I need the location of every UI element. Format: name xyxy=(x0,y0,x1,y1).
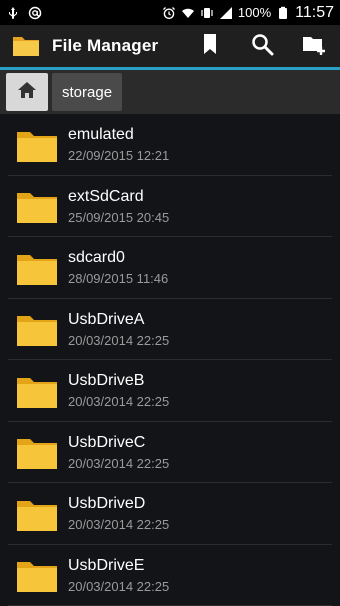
status-right: 100% 11:57 xyxy=(162,4,334,22)
search-button[interactable] xyxy=(236,25,288,67)
item-texts: UsbDriveE 20/03/2014 22:25 xyxy=(68,557,169,594)
item-date: 20/03/2014 22:25 xyxy=(68,332,170,348)
clock: 11:57 xyxy=(295,3,334,21)
item-name: UsbDriveC xyxy=(68,433,146,451)
item-date: 20/03/2014 22:25 xyxy=(68,455,170,471)
item-name: UsbDriveD xyxy=(68,495,146,513)
item-name: UsbDriveA xyxy=(68,310,145,328)
item-name: extSdCard xyxy=(68,187,144,205)
status-bar: 100% 11:57 xyxy=(0,0,340,25)
breadcrumb-home[interactable] xyxy=(6,73,48,111)
bookmark-button[interactable] xyxy=(184,25,236,67)
usb-icon xyxy=(6,6,20,20)
item-texts: extSdCard 25/09/2015 20:45 xyxy=(68,188,169,225)
bookmark-icon xyxy=(197,31,223,62)
folder-icon xyxy=(16,311,58,347)
item-date: 22/09/2015 12:21 xyxy=(68,148,170,164)
at-icon xyxy=(28,6,42,20)
list-item[interactable]: UsbDriveD 20/03/2014 22:25 xyxy=(0,483,340,545)
item-date: 20/03/2014 22:25 xyxy=(68,517,170,533)
folder-icon xyxy=(16,188,58,224)
battery-icon xyxy=(276,6,290,20)
list-item[interactable]: emulated 22/09/2015 12:21 xyxy=(0,114,340,176)
item-name: UsbDriveB xyxy=(68,372,145,390)
item-texts: UsbDriveA 20/03/2014 22:25 xyxy=(68,311,169,348)
folder-icon xyxy=(16,557,58,593)
action-icons xyxy=(184,25,340,67)
status-left xyxy=(6,6,42,20)
breadcrumb-storage[interactable]: storage xyxy=(52,73,123,111)
folder-icon xyxy=(16,127,58,163)
signal-icon xyxy=(219,6,233,20)
list-item[interactable]: UsbDriveA 20/03/2014 22:25 xyxy=(0,299,340,361)
vibrate-icon xyxy=(200,6,214,20)
item-texts: UsbDriveC 20/03/2014 22:25 xyxy=(68,434,169,471)
alarm-icon xyxy=(162,6,176,20)
item-name: emulated xyxy=(68,126,134,144)
item-texts: UsbDriveD 20/03/2014 22:25 xyxy=(68,495,169,532)
breadcrumb-label: storage xyxy=(62,83,113,101)
battery-percent: 100% xyxy=(237,5,272,20)
item-texts: emulated 22/09/2015 12:21 xyxy=(68,126,169,163)
item-name: UsbDriveE xyxy=(68,556,145,574)
item-texts: sdcard0 28/09/2015 11:46 xyxy=(68,249,168,286)
app-title: File Manager xyxy=(52,36,159,55)
action-bar: File Manager xyxy=(0,25,340,67)
app-folder-icon xyxy=(12,34,40,58)
folder-icon xyxy=(16,373,58,409)
item-date: 20/03/2014 22:25 xyxy=(68,394,170,410)
new-folder-icon xyxy=(301,31,327,62)
item-name: sdcard0 xyxy=(68,249,125,267)
item-date: 25/09/2015 20:45 xyxy=(68,209,170,225)
search-icon xyxy=(249,31,275,62)
new-folder-button[interactable] xyxy=(288,25,340,67)
list-item[interactable]: UsbDriveE 20/03/2014 22:25 xyxy=(0,545,340,606)
item-texts: UsbDriveB 20/03/2014 22:25 xyxy=(68,372,169,409)
folder-icon xyxy=(16,496,58,532)
list-item[interactable]: UsbDriveC 20/03/2014 22:25 xyxy=(0,422,340,484)
folder-icon xyxy=(16,250,58,286)
list-item[interactable]: UsbDriveB 20/03/2014 22:25 xyxy=(0,360,340,422)
list-item[interactable]: sdcard0 28/09/2015 11:46 xyxy=(0,237,340,299)
home-icon xyxy=(16,79,38,106)
folder-icon xyxy=(16,434,58,470)
item-date: 20/03/2014 22:25 xyxy=(68,578,170,594)
wifi-icon xyxy=(181,6,195,20)
file-list: emulated 22/09/2015 12:21 extSdCard 25/0… xyxy=(0,114,340,606)
list-item[interactable]: extSdCard 25/09/2015 20:45 xyxy=(0,176,340,238)
breadcrumb: storage xyxy=(0,70,340,114)
item-date: 28/09/2015 11:46 xyxy=(68,271,169,287)
